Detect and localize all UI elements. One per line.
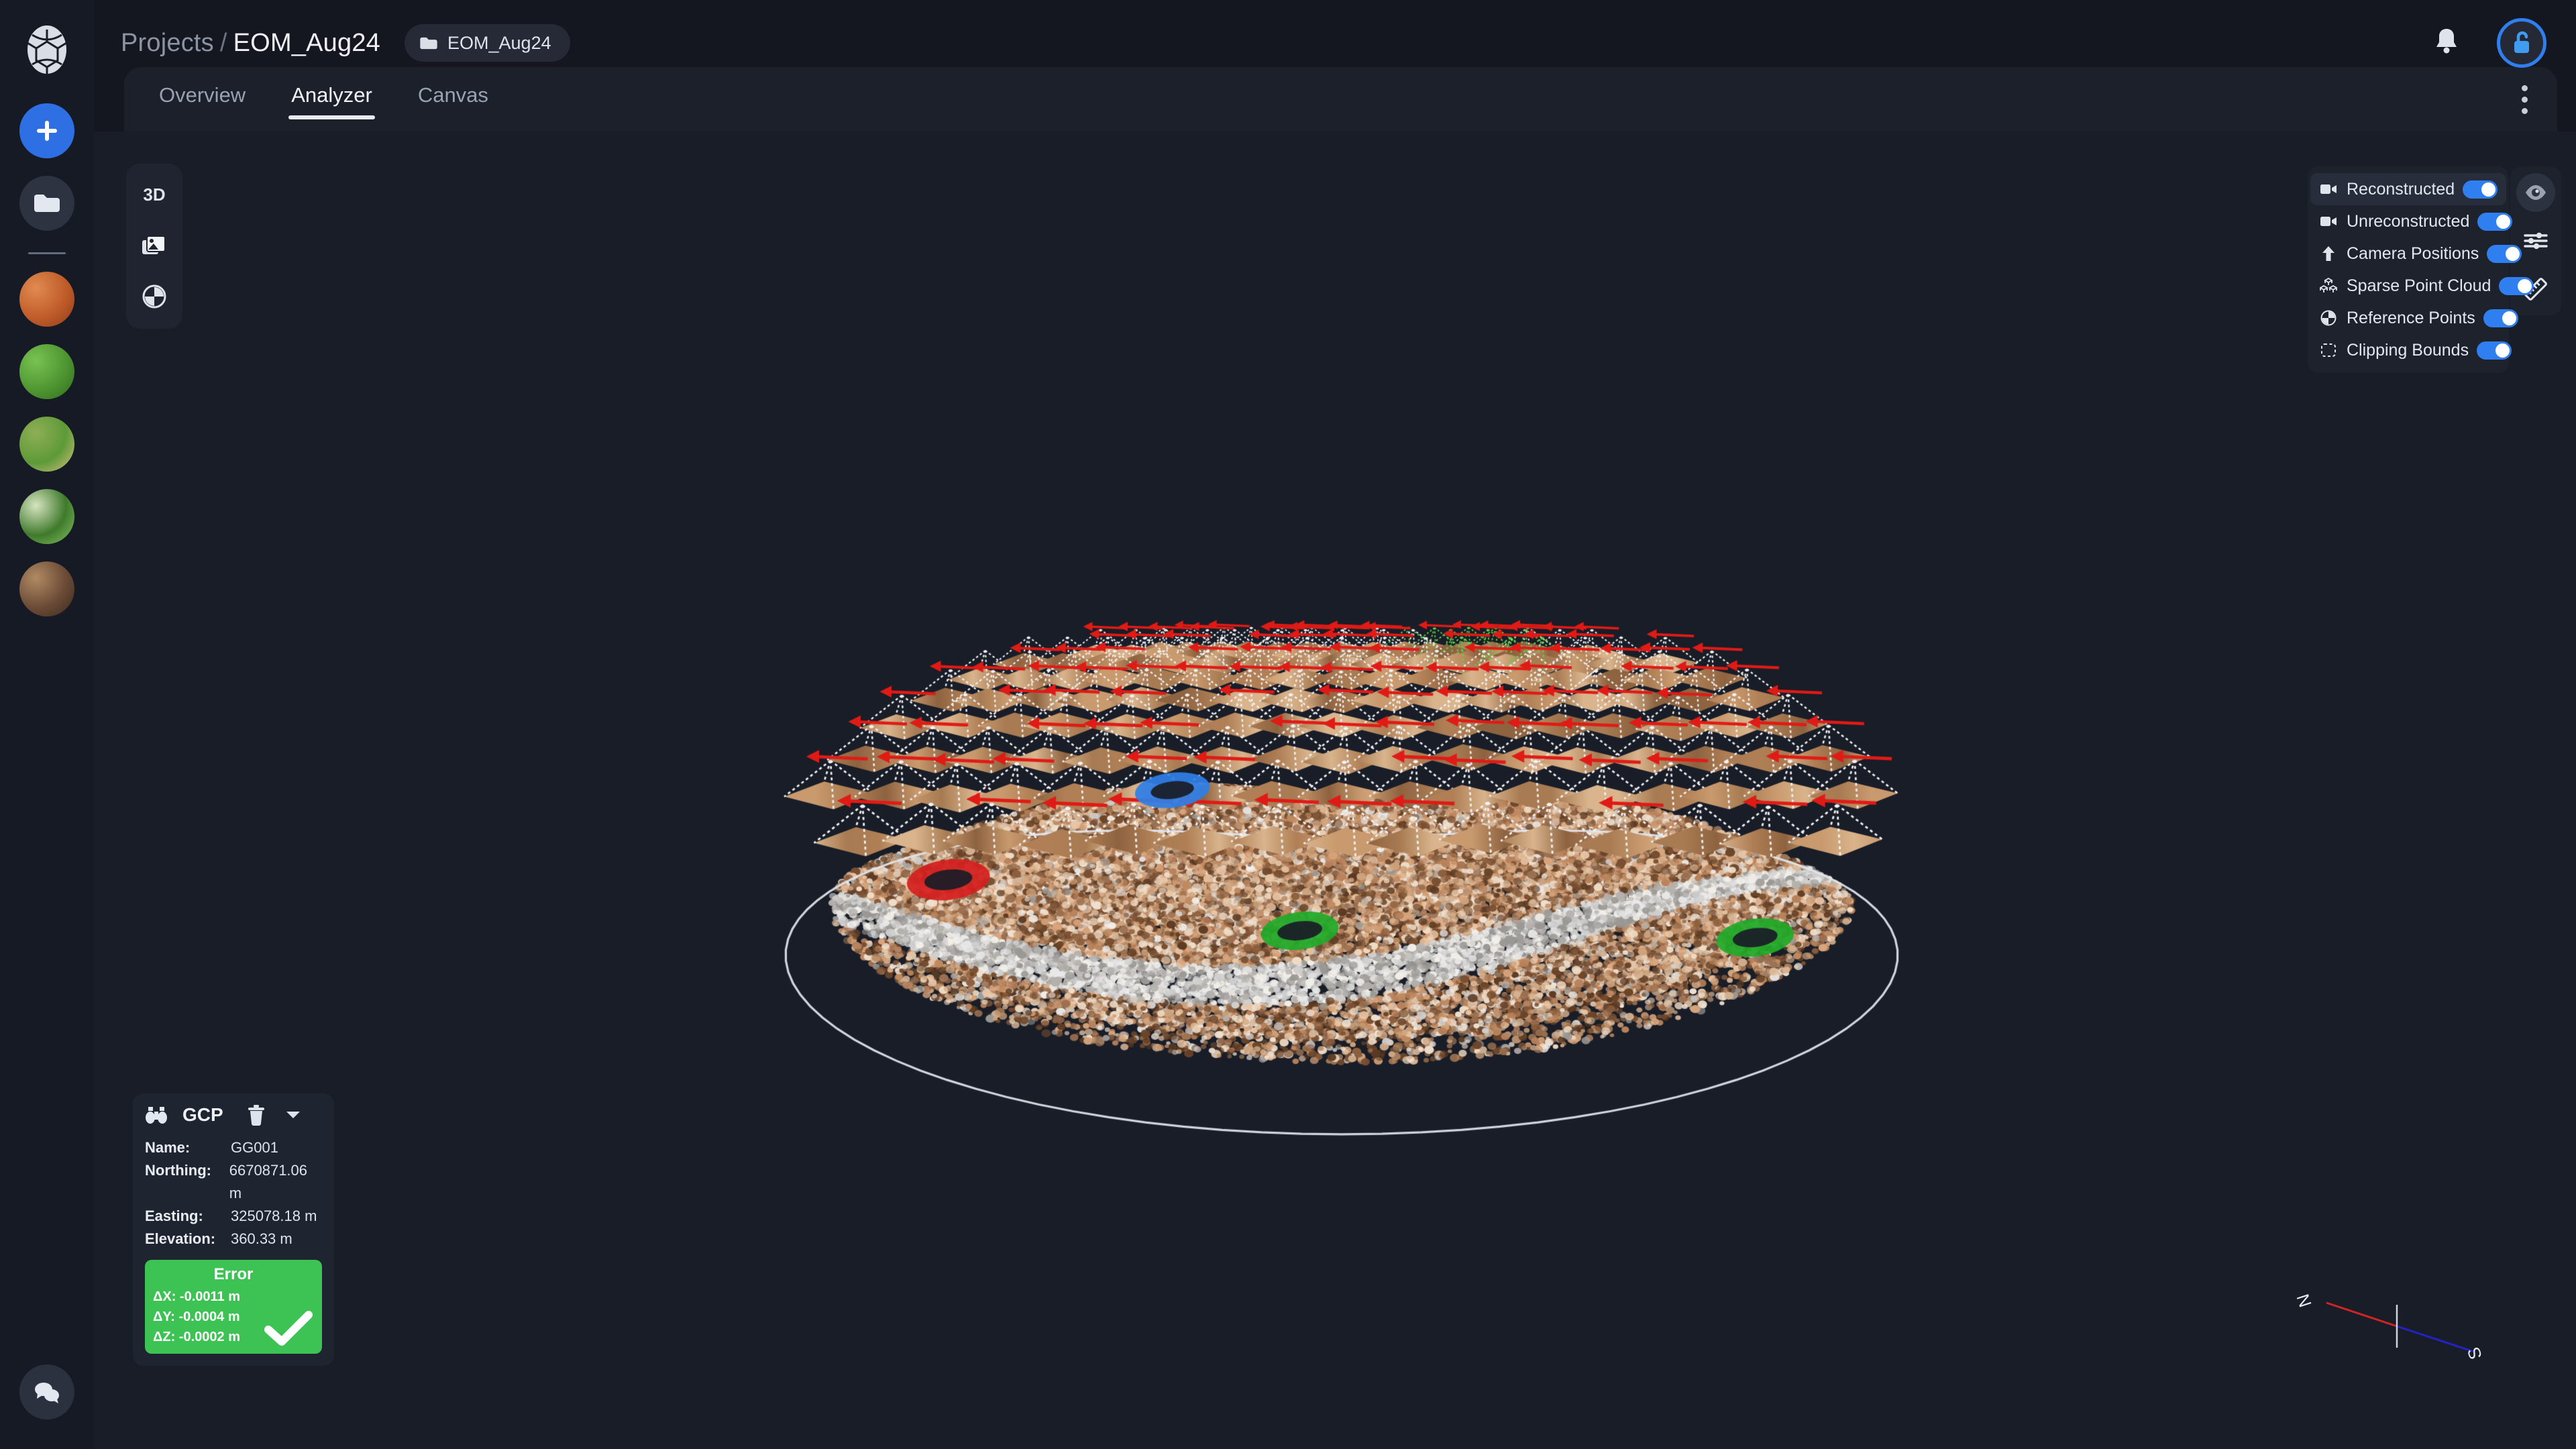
layer-row-reconstructed[interactable]: Reconstructed (2310, 173, 2506, 205)
gcp-field-key: Northing: (145, 1162, 211, 1179)
folder-icon (420, 37, 437, 49)
layer-toggle[interactable] (2487, 244, 2522, 263)
plus-icon (37, 121, 57, 141)
layer-row-reference-points[interactable]: Reference Points (2308, 302, 2518, 334)
gcp-field-key: Easting: (145, 1208, 203, 1224)
video-camera-icon (2318, 215, 2339, 227)
layer-label: Unreconstructed (2347, 211, 2470, 231)
layer-label: Clipping Bounds (2347, 340, 2469, 360)
breadcrumb: Projects / EOM_Aug24 (121, 29, 380, 58)
binoculars-icon[interactable] (145, 1105, 168, 1125)
view-mode-3d-label: 3D (143, 184, 166, 205)
project-thumbnail-list (19, 272, 74, 634)
app-logo-icon[interactable] (19, 21, 75, 78)
rail-divider (28, 252, 66, 254)
visibility-tool[interactable] (2516, 173, 2555, 212)
video-camera-icon (2318, 183, 2339, 195)
layer-row-sparse-point-cloud[interactable]: Sparse Point Cloud (2308, 270, 2534, 302)
check-icon (264, 1311, 313, 1346)
project-thumbnail[interactable] (19, 417, 74, 472)
cubes-icon (2318, 278, 2339, 294)
viewport-3d[interactable]: 3D ReconstructedUnreconstructedCamera (94, 131, 2576, 1449)
notifications-button[interactable] (2432, 26, 2461, 60)
trash-icon[interactable] (246, 1104, 266, 1126)
gcp-field: Northing: 6670871.06 m (145, 1159, 322, 1205)
gcp-field: Name: GG001 (145, 1136, 322, 1159)
gcp-info-card: GCP Name: GG001 Northing: 6670871.06 m Easti… (133, 1093, 334, 1366)
gcp-field-value: 6670871.06 m (229, 1162, 308, 1201)
gcp-field-key: Elevation: (145, 1230, 216, 1247)
folder-icon (34, 195, 60, 212)
header-actions (2432, 18, 2546, 68)
sliders-icon (2524, 232, 2548, 250)
gcp-field-value: 360.33 m (231, 1230, 292, 1247)
eye-icon (2526, 185, 2546, 200)
gcp-error-line: ΔX: -0.0011 m (153, 1289, 240, 1304)
layer-label: Reconstructed (2347, 179, 2455, 199)
axis-orientation-gizmo[interactable]: N S (2286, 1281, 2514, 1385)
kebab-menu-icon[interactable] (2522, 85, 2528, 114)
layer-label: Sparse Point Cloud (2347, 276, 2491, 295)
point-cloud-canvas[interactable] (94, 131, 2576, 1449)
project-chip[interactable]: EOM_Aug24 (405, 24, 570, 62)
gcp-card-header: GCP (145, 1104, 322, 1126)
target-circle-icon (2318, 310, 2339, 326)
layers-panel: Reconstructed Unreconstructed Camera Posit… (2308, 166, 2534, 373)
breadcrumb-current: EOM_Aug24 (233, 28, 381, 57)
gcp-field: Elevation: 360.33 m (145, 1228, 322, 1250)
gcp-error-title: Error (213, 1265, 254, 1283)
tab-label: Overview (159, 83, 246, 107)
layer-label: Camera Positions (2347, 244, 2479, 263)
gcp-field-list: Name: GG001 Northing: 6670871.06 m Easting: 3… (145, 1136, 322, 1250)
unlock-icon (2514, 31, 2529, 53)
gcp-field-value: GG001 (231, 1139, 278, 1156)
images-icon (142, 235, 166, 254)
target-circle-icon (142, 284, 166, 309)
tab-label: Analyzer (291, 83, 372, 107)
gcp-field-key: Name: (145, 1139, 191, 1156)
dashed-box-icon (2318, 342, 2339, 358)
arrow-up-icon (2318, 246, 2339, 262)
project-thumbnail[interactable] (19, 272, 74, 327)
layer-toggle[interactable] (2483, 309, 2518, 327)
create-new-button[interactable] (19, 103, 74, 158)
view-tool-stack: 3D (126, 164, 182, 329)
tab-label: Canvas (417, 83, 488, 107)
gcp-card-title: GCP (182, 1104, 223, 1125)
gcp-field: Easting: 325078.18 m (145, 1205, 322, 1228)
settings-tool[interactable] (2516, 221, 2555, 260)
view-mode-3d[interactable]: 3D (133, 173, 176, 216)
layer-row-camera-positions[interactable]: Camera Positions (2308, 237, 2522, 270)
layer-toggle[interactable] (2499, 276, 2534, 295)
axis-south-label: S (2463, 1345, 2486, 1362)
layer-row-unreconstructed[interactable]: Unreconstructed (2308, 205, 2513, 237)
project-thumbnail[interactable] (19, 489, 74, 544)
axis-north-label: N (2292, 1291, 2315, 1309)
left-rail (0, 0, 94, 1449)
breadcrumb-separator: / (219, 28, 227, 57)
layer-label: Reference Points (2347, 308, 2475, 327)
layer-toggle[interactable] (2463, 180, 2498, 199)
gcp-field-value: 325078.18 m (231, 1208, 317, 1224)
bell-icon (2436, 28, 2457, 53)
app-root: Projects / EOM_Aug24 EOM_Aug24 Overview … (0, 0, 2576, 1449)
breadcrumb-root[interactable]: Projects (121, 29, 214, 57)
project-thumbnail[interactable] (19, 561, 74, 616)
project-chip-label: EOM_Aug24 (447, 32, 551, 53)
view-mode-images[interactable] (133, 224, 176, 267)
top-header: Projects / EOM_Aug24 EOM_Aug24 (94, 0, 2576, 86)
projects-button[interactable] (19, 176, 74, 231)
gcp-error-box: Error ΔX: -0.0011 m ΔY: -0.0004 m ΔZ: -0.0… (145, 1260, 322, 1354)
layer-toggle[interactable] (2477, 212, 2513, 231)
chevron-down-icon[interactable] (285, 1110, 301, 1120)
layer-toggle[interactable] (2477, 341, 2512, 360)
project-thumbnail[interactable] (19, 344, 74, 399)
view-mode-reference[interactable] (133, 275, 176, 318)
chat-bubbles-icon (35, 1383, 59, 1403)
account-avatar[interactable] (2497, 18, 2546, 68)
chat-button[interactable] (19, 1364, 74, 1419)
layer-row-clipping-bounds[interactable]: Clipping Bounds (2308, 334, 2512, 366)
